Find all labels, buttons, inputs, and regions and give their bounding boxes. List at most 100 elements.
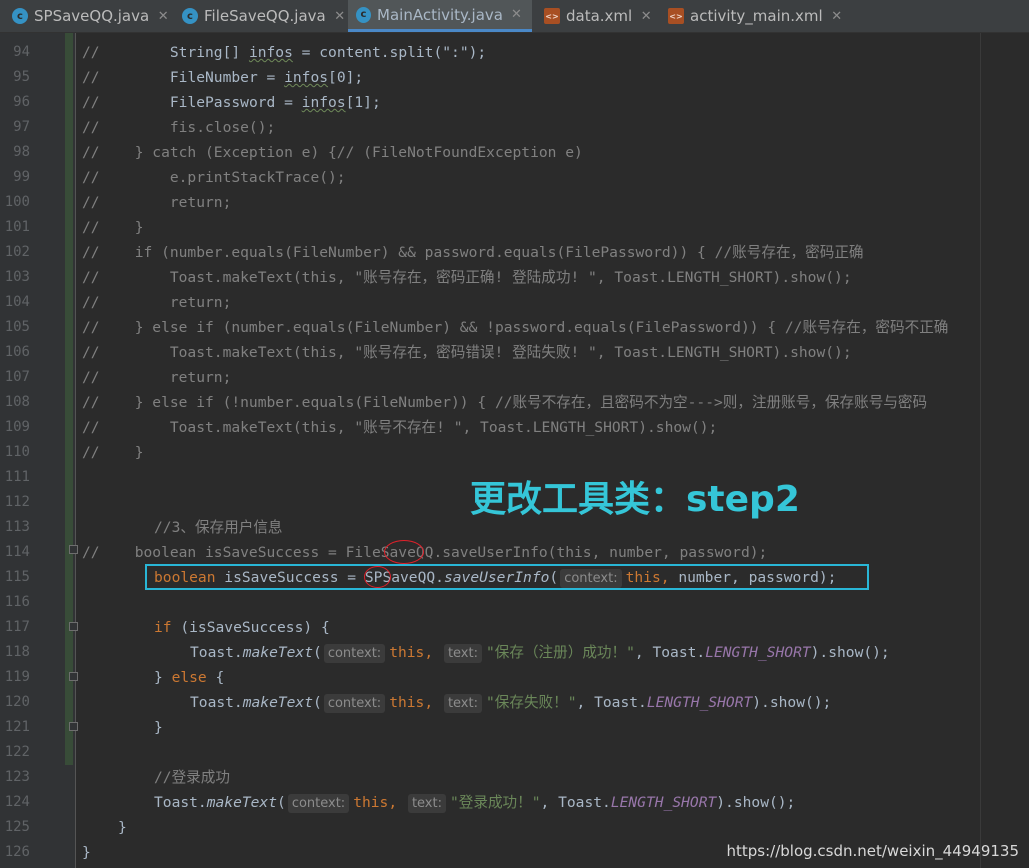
code-line-119[interactable]: } else {	[154, 665, 224, 690]
line-number: 99	[13, 169, 30, 185]
param-hint: context:	[323, 644, 386, 663]
line-number: 96	[13, 94, 30, 110]
param-hint: text:	[407, 794, 446, 813]
code-line-120[interactable]: Toast.makeText(context: this, text: "保存失败！…	[190, 690, 831, 715]
line-number: 107	[4, 369, 30, 385]
line-number: 111	[4, 469, 30, 485]
line-number: 97	[13, 119, 30, 135]
xml-file-icon: <>	[668, 8, 684, 24]
code-line-101[interactable]: // }	[82, 215, 144, 240]
code-line-125[interactable]: }	[118, 815, 127, 840]
code-line-126[interactable]: }	[82, 840, 91, 865]
line-number: 110	[4, 444, 30, 460]
close-icon[interactable]: ✕	[829, 8, 845, 24]
param-hint: text:	[443, 644, 482, 663]
line-number: 116	[4, 594, 30, 610]
param-hint: context:	[287, 794, 350, 813]
line-number: 114	[4, 544, 30, 560]
xml-file-icon: <>	[544, 8, 560, 24]
code-line-98[interactable]: // } catch (Exception e) {// (FileNotFou…	[82, 140, 583, 165]
line-number: 95	[13, 69, 30, 85]
line-number: 118	[4, 644, 30, 660]
code-line-106[interactable]: // Toast.makeText(this, "账号存在，密码错误! 登陆失败…	[82, 340, 852, 365]
tab-label: data.xml	[566, 7, 633, 25]
line-number: 105	[4, 319, 30, 335]
line-number: 101	[4, 219, 30, 235]
param-hint: context:	[323, 694, 386, 713]
tab-label: SPSaveQQ.java	[34, 7, 150, 25]
annotation-text: 更改工具类：step2	[470, 479, 800, 520]
highlight-box	[145, 564, 869, 590]
code-line-121[interactable]: }	[154, 715, 163, 740]
code-line-96[interactable]: // FilePassword = infos[1];	[82, 90, 381, 115]
java-class-icon: c	[12, 8, 28, 24]
close-icon[interactable]: ✕	[509, 7, 524, 23]
line-number: 121	[4, 719, 30, 735]
line-number: 106	[4, 344, 30, 360]
tab-mainactivity[interactable]: c MainActivity.java ✕	[348, 0, 532, 32]
code-line-109[interactable]: // Toast.makeText(this, "账号不存在! ", Toast…	[82, 415, 717, 440]
line-number: 113	[4, 519, 30, 535]
code-line-113[interactable]: //3、保存用户信息	[154, 515, 283, 540]
line-number: 108	[4, 394, 30, 410]
close-icon[interactable]: ✕	[332, 8, 348, 24]
code-line-118[interactable]: Toast.makeText(context: this, text: "保存（注册…	[190, 640, 890, 665]
line-number: 126	[4, 844, 30, 860]
param-hint: text:	[443, 694, 482, 713]
code-line-97[interactable]: // fis.close();	[82, 115, 275, 140]
code-line-114[interactable]: // boolean isSaveSuccess = FileSaveQQ.sa…	[82, 540, 767, 565]
code-line-94[interactable]: // String[] infos = content.split(":");	[82, 40, 486, 65]
code-line-99[interactable]: // e.printStackTrace();	[82, 165, 346, 190]
line-number: 94	[13, 44, 30, 60]
line-number: 100	[4, 194, 30, 210]
line-number: 123	[4, 769, 30, 785]
red-circle-marker	[364, 566, 391, 588]
vcs-change-marker	[65, 33, 73, 765]
code-line-117[interactable]: if (isSaveSuccess) {	[154, 615, 330, 640]
tab-filesaveqq[interactable]: c FileSaveQQ.java ✕	[174, 0, 356, 32]
code-line-102[interactable]: // if (number.equals(FileNumber) && pass…	[82, 240, 864, 265]
code-line-107[interactable]: // return;	[82, 365, 231, 390]
line-number: 102	[4, 244, 30, 260]
line-number: 109	[4, 419, 30, 435]
close-icon[interactable]: ✕	[638, 8, 654, 24]
tab-spsaveqq[interactable]: c SPSaveQQ.java ✕	[4, 0, 179, 32]
code-line-100[interactable]: // return;	[82, 190, 231, 215]
fold-icon[interactable]	[69, 672, 78, 681]
code-line-123[interactable]: //登录成功	[154, 765, 230, 790]
code-line-110[interactable]: // }	[82, 440, 144, 465]
fold-icon[interactable]	[69, 622, 78, 631]
right-margin-guide	[980, 33, 981, 868]
line-number: 104	[4, 294, 30, 310]
fold-icon[interactable]	[69, 722, 78, 731]
tab-data-xml[interactable]: <> data.xml ✕	[536, 0, 662, 32]
line-number: 124	[4, 794, 30, 810]
tab-activity-main-xml[interactable]: <> activity_main.xml ✕	[660, 0, 853, 32]
code-line-105[interactable]: // } else if (number.equals(FileNumber) …	[82, 315, 948, 340]
code-line-104[interactable]: // return;	[82, 290, 231, 315]
tab-label: FileSaveQQ.java	[204, 7, 326, 25]
code-line-95[interactable]: // FileNumber = infos[0];	[82, 65, 363, 90]
red-circle-marker	[384, 540, 424, 564]
line-number-gutter: 94 95 96 97 98 99 100 101 102 103 104 105 106 107 108 1…	[0, 33, 78, 868]
code-line-108[interactable]: // } else if (!number.equals(FileNumber)…	[82, 390, 927, 415]
code-line-124[interactable]: Toast.makeText(context: this, text: "登录成功！…	[154, 790, 795, 815]
line-number: 125	[4, 819, 30, 835]
line-number: 117	[4, 619, 30, 635]
java-class-icon: c	[356, 6, 372, 23]
watermark: https://blog.csdn.net/weixin_44949135	[726, 842, 1019, 860]
tab-label: activity_main.xml	[690, 7, 823, 25]
close-icon[interactable]: ✕	[155, 8, 171, 24]
tab-label: MainActivity.java	[377, 5, 503, 24]
line-number: 98	[13, 144, 30, 160]
line-number: 120	[4, 694, 30, 710]
line-number: 122	[4, 744, 30, 760]
line-number: 112	[4, 494, 30, 510]
java-class-icon: c	[182, 8, 198, 24]
line-number: 115	[4, 569, 30, 585]
code-line-103[interactable]: // Toast.makeText(this, "账号存在，密码正确! 登陆成功…	[82, 265, 852, 290]
fold-icon[interactable]	[69, 545, 78, 554]
editor-tab-bar: c SPSaveQQ.java ✕ c FileSaveQQ.java ✕ c …	[0, 0, 1029, 33]
line-number: 119	[4, 669, 30, 685]
line-number: 103	[4, 269, 30, 285]
